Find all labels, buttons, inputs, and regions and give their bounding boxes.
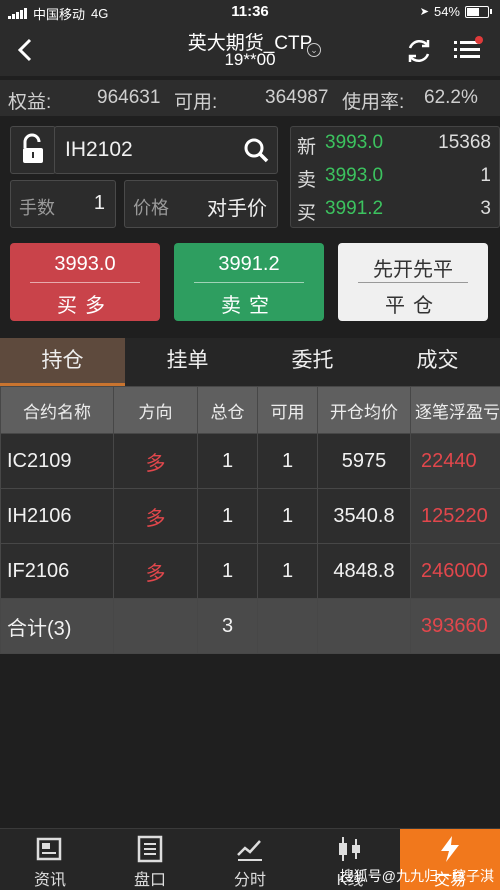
total-row: 合计(3) 3 393660 [1,599,500,654]
quote-row-bid[interactable]: 买 3991.2 3 [297,195,493,225]
nav-intraday[interactable]: 分时 [200,829,300,890]
account-summary: 权益: 964631 可用: 364987 使用率: 62.2% [0,80,500,116]
quantity-field[interactable]: 手数 1 [10,180,116,228]
buy-long-button[interactable]: 3993.0 买多 [10,243,160,321]
contract-code: IH2102 [65,138,133,162]
table-row[interactable]: IF2106 多 1 1 4848.8 246000 [1,544,500,599]
tab-trades[interactable]: 成交 [375,338,500,386]
sell-short-button[interactable]: 3991.2 卖空 [174,243,324,321]
close-position-button[interactable]: 先开先平 平仓 [338,243,488,321]
battery-icon [465,6,489,18]
buy-price: 3993.0 [10,253,160,276]
line-chart-icon [236,835,264,863]
tab-positions[interactable]: 持仓 [0,338,125,386]
list-icon [136,835,164,863]
column-header[interactable]: 总仓 [198,387,258,434]
location-icon: ➤ [420,5,429,18]
equity-value: 964631 [97,87,160,109]
table-header: 合约名称 方向 总仓 可用 开仓均价 逐笔浮盈亏 [1,387,500,434]
tab-orders[interactable]: 委托 [250,338,375,386]
table-row[interactable]: IH2106 多 1 1 3540.8 125220 [1,489,500,544]
available-value: 364987 [265,87,328,109]
positions-table: 合约名称 方向 总仓 可用 开仓均价 逐笔浮盈亏 IC2109 多 1 1 59… [0,386,500,654]
sell-label: 卖空 [174,289,324,318]
tab-pending[interactable]: 挂单 [125,338,250,386]
close-label: 平仓 [338,289,488,318]
price-value: 对手价 [207,192,267,221]
quantity-value: 1 [94,192,105,215]
candlestick-icon [336,835,364,863]
nav-bar: 英大期货_CTP ⌄ 19**00 [0,24,500,76]
price-label: 价格 [133,194,169,220]
sell-price: 3991.2 [174,253,324,276]
status-bar: 中国移动 4G 11:36 ➤ 54% [0,0,500,24]
quote-row-ask[interactable]: 卖 3993.0 1 [297,162,493,192]
available-label: 可用: [174,87,217,114]
price-field[interactable]: 价格 对手价 [124,180,278,228]
search-icon[interactable] [243,137,269,163]
unlock-icon [11,127,55,173]
lightning-icon [436,835,464,863]
menu-icon[interactable] [452,36,484,64]
quote-row-last[interactable]: 新 3993.0 15368 [297,129,493,159]
battery-percent: 54% [434,4,460,19]
column-header[interactable]: 逐笔浮盈亏 [411,387,500,434]
usage-value: 62.2% [424,87,478,109]
quote-panel: 新 3993.0 15368 卖 3993.0 1 买 3991.2 3 [290,126,500,228]
column-header[interactable]: 开仓均价 [318,387,411,434]
contract-input[interactable]: IH2102 [54,126,278,174]
column-header[interactable]: 方向 [114,387,198,434]
lock-button[interactable] [10,126,56,174]
nav-news[interactable]: 资讯 [0,829,100,890]
equity-label: 权益: [8,87,51,114]
tab-bar: 持仓 挂单 委托 成交 [0,338,500,386]
watermark: 搜狐号@九九归一稼子淇 [340,866,494,886]
nav-orderbook[interactable]: 盘口 [100,829,200,890]
column-header[interactable]: 合约名称 [1,387,114,434]
newspaper-icon [36,835,64,863]
buy-label: 买多 [10,289,160,318]
usage-label: 使用率: [342,87,404,114]
close-mode: 先开先平 [338,253,488,282]
column-header[interactable]: 可用 [258,387,318,434]
table-row[interactable]: IC2109 多 1 1 5975 22440 [1,434,500,489]
quantity-label: 手数 [19,194,55,220]
refresh-icon[interactable] [404,36,434,66]
